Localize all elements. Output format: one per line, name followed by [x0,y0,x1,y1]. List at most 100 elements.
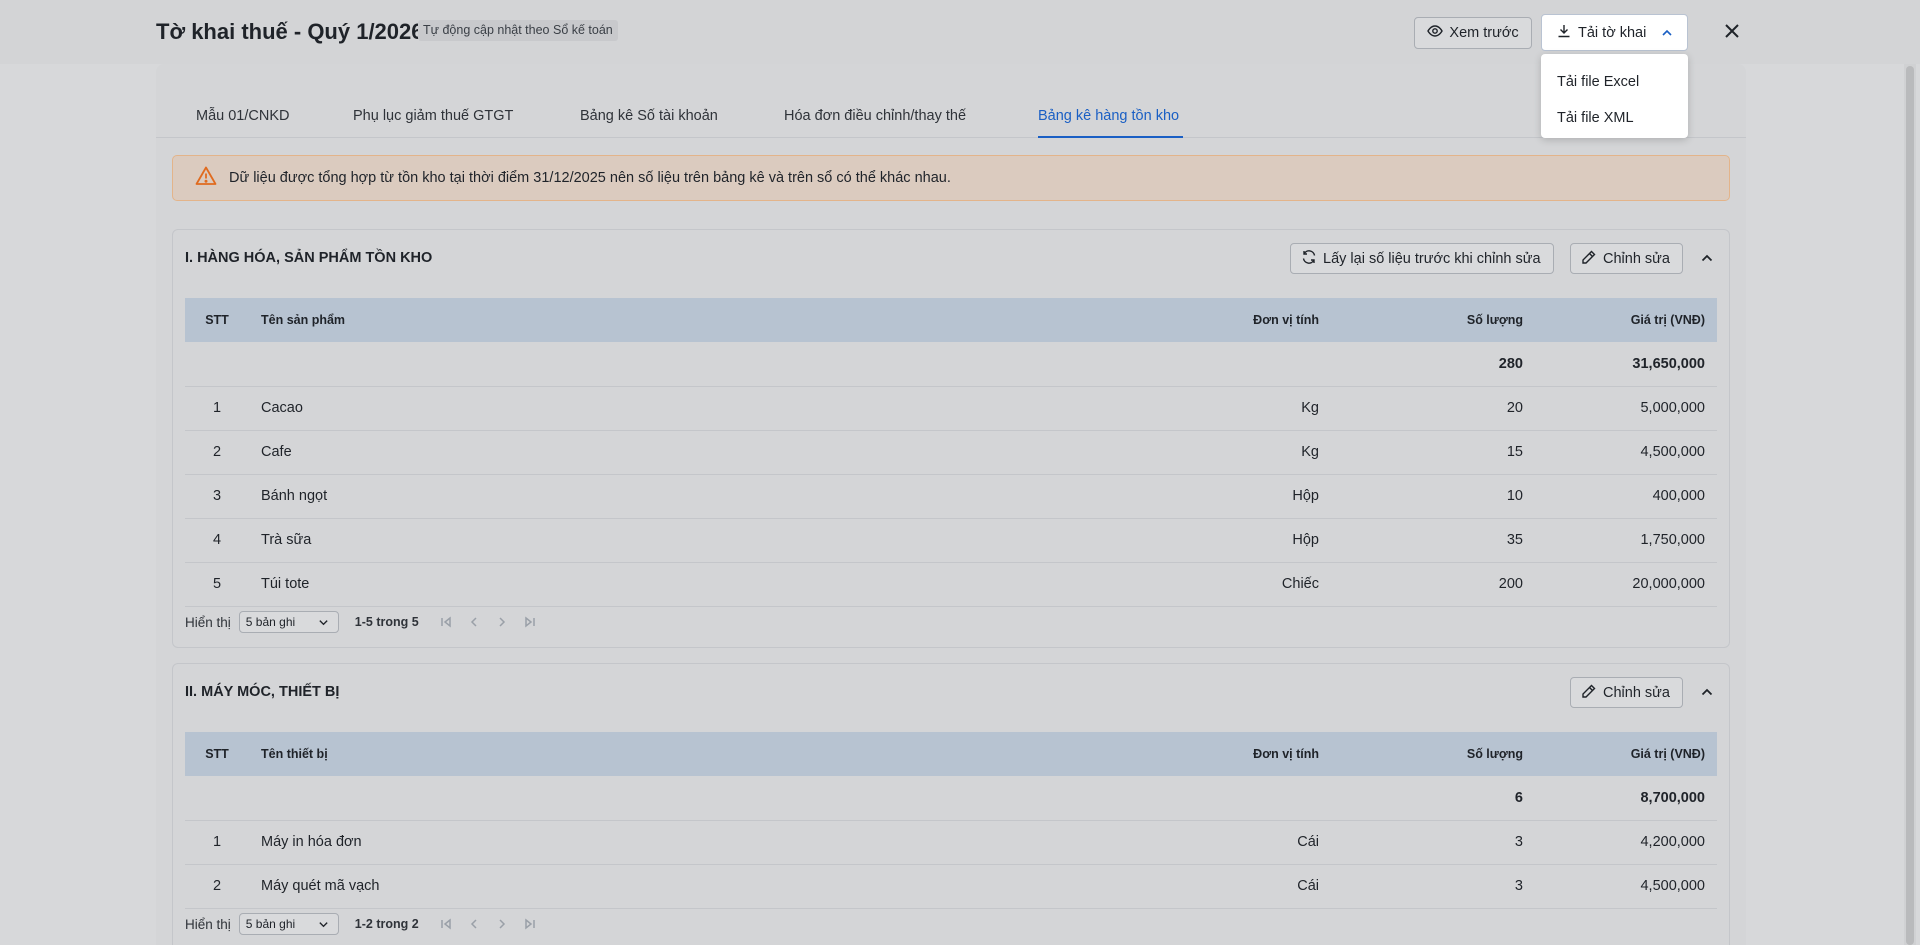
auto-update-badge: Tự động cập nhật theo Sổ kế toán [418,20,618,41]
tab-bang-ke-hang-ton-kho[interactable]: Bảng kê hàng tồn kho [1038,108,1179,124]
row-stt: 1 [185,386,249,431]
page-size-select-wrapper: 5 bản ghi [238,611,339,633]
row-value: 5,000,000 [1523,386,1717,431]
row-name: Bánh ngọt [249,474,769,519]
chevron-up-icon [1659,25,1675,45]
row-unit: Hộp [769,518,1319,563]
pencil-icon [1581,683,1597,703]
row-unit: Kg [769,386,1319,431]
total-name-cell [249,776,769,821]
total-row: 280 31,650,000 [185,342,1717,387]
table-row: 1 Máy in hóa đơn Cái 3 4,200,000 [185,820,1717,865]
column-header: STT [185,298,249,342]
row-unit: Cái [769,864,1319,909]
column-header: Tên sản phẩm [249,298,769,342]
total-unit-cell [769,342,1319,387]
row-stt: 4 [185,518,249,563]
table-row: 1 Cacao Kg 20 5,000,000 [185,386,1717,431]
tab-phu-luc-giam-thue[interactable]: Phụ lục giảm thuế GTGT [353,108,513,124]
row-qty: 35 [1319,518,1523,563]
pencil-icon [1581,249,1597,269]
chevron-up-icon[interactable] [1699,250,1715,266]
total-unit-cell [769,776,1319,821]
table-row: 4 Trà sữa Hộp 35 1,750,000 [185,518,1717,563]
table-row: 5 Túi tote Chiếc 200 20,000,000 [185,562,1717,607]
page-size-select[interactable]: 5 bản ghi [238,913,339,935]
download-label: Tải tờ khai [1578,24,1647,41]
row-unit: Cái [769,820,1319,865]
row-qty: 200 [1319,562,1523,607]
row-value: 1,750,000 [1523,518,1717,563]
download-icon [1556,23,1572,43]
machinery-table: STT Tên thiết bị Đơn vị tính Số lượng Gi… [185,732,1717,909]
chevron-up-icon[interactable] [1699,684,1715,700]
row-name: Trà sữa [249,518,769,563]
edit-label: Chỉnh sửa [1603,250,1670,267]
first-page-icon[interactable] [439,615,453,629]
refresh-icon [1301,249,1317,269]
total-stt-cell [185,776,249,821]
page-size-select[interactable]: 5 bản ghi [238,611,339,633]
row-stt: 2 [185,430,249,475]
tab-hoa-don-dieu-chinh[interactable]: Hóa đơn điều chỉnh/thay thế [784,108,966,124]
pager-label: Hiển thị [185,916,231,932]
column-header: Giá trị (VNĐ) [1523,732,1717,776]
edit-button[interactable]: Chỉnh sửa [1570,677,1683,708]
table-row: 3 Bánh ngọt Hộp 10 400,000 [185,474,1717,519]
tab-bang-ke-so-tai-khoan[interactable]: Bảng kê Số tài khoản [580,108,718,124]
pager-nav [439,917,537,931]
page-title: Tờ khai thuế - Quý 1/2026 [156,19,424,44]
next-page-icon[interactable] [495,917,509,931]
inventory-goods-table: STT Tên sản phẩm Đơn vị tính Số lượng Gi… [185,298,1717,607]
total-row: 6 8,700,000 [185,776,1717,821]
download-xml-item[interactable]: Tải file XML [1541,100,1688,136]
row-value: 4,500,000 [1523,430,1717,475]
column-header: Giá trị (VNĐ) [1523,298,1717,342]
previous-page-icon[interactable] [467,917,481,931]
column-header: Tên thiết bị [249,732,769,776]
last-page-icon[interactable] [523,615,537,629]
row-name: Máy quét mã vạch [249,864,769,909]
preview-button[interactable]: Xem trước [1414,17,1532,49]
edit-button[interactable]: Chỉnh sửa [1570,243,1683,274]
total-qty: 280 [1319,342,1523,387]
edit-label: Chỉnh sửa [1603,684,1670,701]
download-declaration-button[interactable]: Tải tờ khai [1541,14,1688,51]
row-stt: 1 [185,820,249,865]
pager-range: 1-2 trong 2 [354,917,419,931]
tab-bar: Mẫu 01/CNKD Phụ lục giảm thuế GTGT Bảng … [156,96,1746,138]
next-page-icon[interactable] [495,615,509,629]
column-header: Số lượng [1319,298,1523,342]
section-title: II. MÁY MÓC, THIẾT BỊ [185,684,340,700]
tab-mau-01-cnkd[interactable]: Mẫu 01/CNKD [196,108,289,124]
column-header: Đơn vị tính [769,732,1319,776]
previous-page-icon[interactable] [467,615,481,629]
reload-data-label: Lấy lại số liệu trước khi chỉnh sửa [1323,250,1541,267]
close-icon[interactable] [1721,20,1743,42]
machinery-section: II. MÁY MÓC, THIẾT BỊ Chỉnh sửa STT Tên … [172,663,1730,945]
last-page-icon[interactable] [523,917,537,931]
active-tab-indicator [1038,136,1183,138]
reload-data-button[interactable]: Lấy lại số liệu trước khi chỉnh sửa [1290,243,1554,274]
row-name: Túi tote [249,562,769,607]
section-title: I. HÀNG HÓA, SẢN PHẨM TỒN KHO [185,250,433,266]
download-dropdown-menu: Tải file Excel Tải file XML [1541,54,1688,138]
alert-text: Dữ liệu được tổng hợp từ tồn kho tại thờ… [229,170,951,186]
scrollbar-thumb[interactable] [1906,66,1914,945]
first-page-icon[interactable] [439,917,453,931]
row-name: Cafe [249,430,769,475]
table-header-row: STT Tên thiết bị Đơn vị tính Số lượng Gi… [185,732,1717,776]
download-excel-item[interactable]: Tải file Excel [1541,64,1688,100]
row-unit: Hộp [769,474,1319,519]
row-qty: 10 [1319,474,1523,519]
row-qty: 15 [1319,430,1523,475]
row-value: 400,000 [1523,474,1717,519]
inventory-goods-section: I. HÀNG HÓA, SẢN PHẨM TỒN KHO Lấy lại số… [172,229,1730,648]
column-header: STT [185,732,249,776]
table-header-row: STT Tên sản phẩm Đơn vị tính Số lượng Gi… [185,298,1717,342]
row-stt: 5 [185,562,249,607]
warning-alert: Dữ liệu được tổng hợp từ tồn kho tại thờ… [172,155,1730,201]
pager-range: 1-5 trong 5 [354,615,419,629]
warning-icon [195,165,217,191]
row-value: 20,000,000 [1523,562,1717,607]
